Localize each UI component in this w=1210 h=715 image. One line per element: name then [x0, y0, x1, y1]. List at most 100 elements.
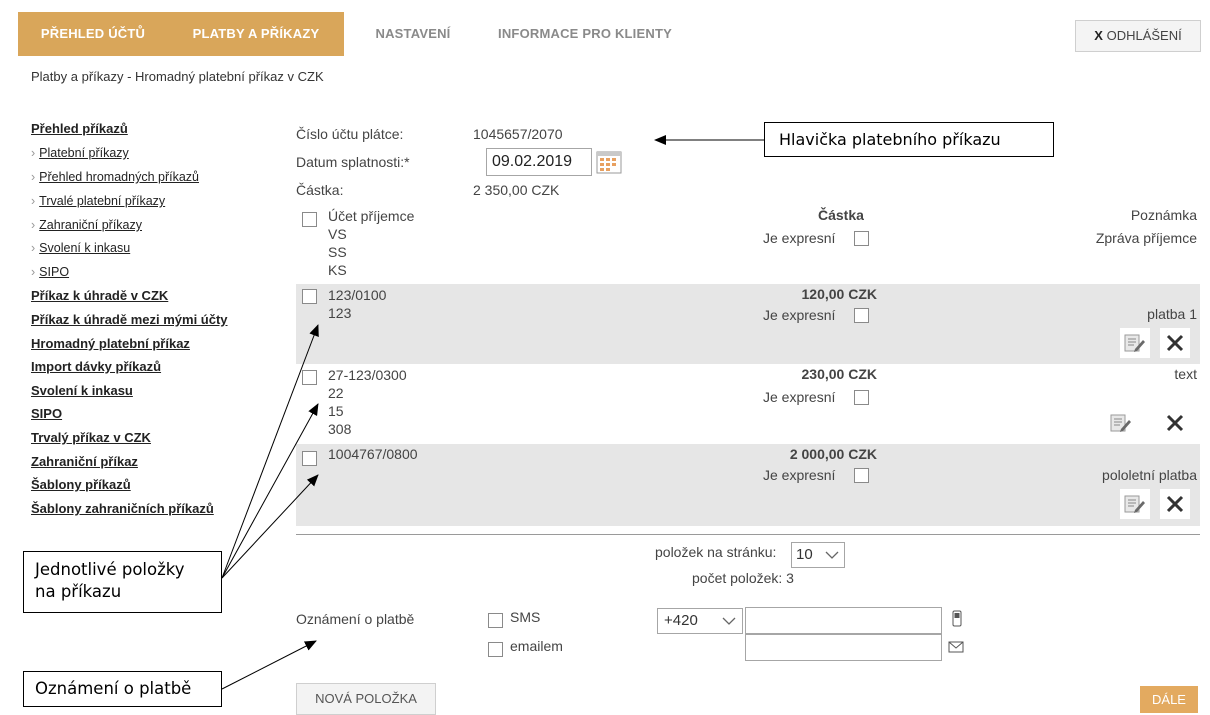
- edit-icon[interactable]: [1120, 328, 1150, 358]
- notification-label: Oznámení o platbě: [296, 611, 415, 627]
- sidebar-item-orders-overview[interactable]: Přehled příkazů: [31, 121, 128, 136]
- due-date-input[interactable]: 09.02.2019: [486, 148, 592, 176]
- row-checkbox[interactable]: [302, 370, 317, 385]
- new-item-button[interactable]: NOVÁ POLOŽKA: [296, 683, 436, 715]
- sidebar-item-bulk-orders-overview[interactable]: Přehled hromadných příkazů: [31, 170, 199, 184]
- sidebar-item-foreign-orders[interactable]: Zahraniční příkazy: [31, 218, 142, 232]
- email-checkbox[interactable]: [488, 642, 503, 657]
- due-date-label: Datum splatnosti:*: [296, 154, 410, 170]
- sidebar-item-batch-import[interactable]: Import dávky příkazů: [31, 359, 161, 374]
- table-row: [296, 284, 1200, 364]
- account-value: 1045657/2070: [473, 126, 563, 142]
- sidebar-item-sipo[interactable]: SIPO: [31, 265, 69, 279]
- mobile-phone-icon: [951, 610, 963, 631]
- per-page-label: položek na stránku:: [655, 544, 777, 560]
- row-express-checkbox[interactable]: [854, 308, 869, 323]
- col-recipient: Účet příjemce: [328, 208, 415, 224]
- sidebar-item-standing-orders[interactable]: Trvalé platební příkazy: [31, 194, 165, 208]
- sidebar-item-templates[interactable]: Šablony příkazů: [31, 477, 131, 492]
- logout-button[interactable]: X ODHLÁŠENÍ: [1075, 20, 1201, 52]
- row-express-label: Je expresní: [763, 467, 836, 483]
- table-header-recipient: Účet příjemce VS SS KS: [328, 207, 414, 279]
- sidebar-item-standing-order-czk[interactable]: Trvalý příkaz v CZK: [31, 430, 151, 445]
- divider: [296, 534, 1200, 535]
- callout-header: Hlavička platebního příkazu: [764, 122, 1054, 157]
- row-checkbox[interactable]: [302, 289, 317, 304]
- row-note: platba 1: [1147, 306, 1197, 322]
- row-vs: 123: [328, 305, 352, 321]
- arrow-notification: [221, 640, 317, 690]
- amount-label: Částka:: [296, 182, 344, 198]
- callout-items-line2: na příkazu: [35, 582, 122, 601]
- row-checkbox[interactable]: [302, 451, 317, 466]
- sidebar-item-sipo-main[interactable]: SIPO: [31, 406, 62, 421]
- sms-checkbox[interactable]: [488, 613, 503, 628]
- row-amount: 230,00 CZK: [801, 366, 877, 382]
- edit-icon[interactable]: [1106, 408, 1136, 438]
- sidebar-item-payment-orders[interactable]: Platební příkazy: [31, 146, 129, 160]
- sidebar-item-foreign-order[interactable]: Zahraniční příkaz: [31, 454, 138, 469]
- tab-client-info[interactable]: INFORMACE PRO KLIENTY: [480, 12, 690, 56]
- phone-prefix-value: +420: [664, 612, 698, 629]
- chevron-down-icon: [722, 617, 736, 625]
- col-note: Poznámka: [1130, 207, 1197, 223]
- row-express-checkbox[interactable]: [854, 468, 869, 483]
- row-ks: 308: [328, 421, 352, 437]
- sms-label: SMS: [510, 609, 541, 625]
- tab-accounts-overview[interactable]: PŘEHLED ÚČTŮ: [18, 12, 168, 56]
- row-note: pololetní platba: [1102, 467, 1197, 483]
- sidebar-item-direct-debit[interactable]: Svolení k inkasu: [31, 241, 130, 255]
- item-count: počet položek: 3: [692, 570, 794, 586]
- col-vs: VS: [328, 226, 347, 242]
- tab-settings[interactable]: NASTAVENÍ: [350, 12, 476, 56]
- sidebar-item-payment-czk[interactable]: Příkaz k úhradě v CZK: [31, 288, 168, 303]
- tab-payments[interactable]: PLATBY A PŘÍKAZY: [168, 12, 344, 56]
- col-ks: KS: [328, 262, 347, 278]
- edit-icon[interactable]: [1120, 489, 1150, 519]
- row-amount: 2 000,00 CZK: [789, 446, 877, 462]
- col-amount: Částka: [818, 207, 864, 223]
- callout-items: Jednotlivé položky na příkazu: [23, 551, 222, 613]
- row-account-number: 123/0100: [328, 287, 387, 303]
- col-express: Je expresní: [763, 230, 836, 246]
- calendar-icon[interactable]: [596, 150, 622, 174]
- email-input[interactable]: [745, 634, 942, 661]
- row-express-label: Je expresní: [763, 307, 836, 323]
- next-button[interactable]: DÁLE: [1140, 686, 1198, 713]
- top-navigation: PŘEHLED ÚČTŮ PLATBY A PŘÍKAZY NASTAVENÍ …: [0, 0, 1210, 60]
- phone-prefix-select[interactable]: +420: [657, 608, 743, 634]
- delete-icon[interactable]: [1160, 489, 1190, 519]
- row-note: text: [1174, 366, 1197, 382]
- envelope-icon: [948, 640, 964, 656]
- row-account: 27-123/0300 22 15 308: [328, 366, 407, 438]
- amount-value: 2 350,00 CZK: [473, 182, 560, 198]
- delete-icon[interactable]: [1160, 328, 1190, 358]
- phone-input[interactable]: [745, 607, 942, 634]
- chevron-down-icon: [825, 551, 839, 559]
- row-express-label: Je expresní: [763, 389, 836, 405]
- express-all-checkbox[interactable]: [854, 231, 869, 246]
- sidebar-item-own-accounts-transfer[interactable]: Příkaz k úhradě mezi mými účty: [31, 312, 228, 327]
- per-page-select[interactable]: 10: [791, 542, 845, 568]
- row-account-number: 27-123/0300: [328, 367, 407, 383]
- sidebar-item-foreign-templates[interactable]: Šablony zahraničních příkazů: [31, 501, 214, 516]
- row-ss: 15: [328, 403, 344, 419]
- per-page-value: 10: [796, 546, 813, 563]
- row-amount: 120,00 CZK: [801, 286, 877, 302]
- select-all-checkbox[interactable]: [302, 212, 317, 227]
- row-account-number: 1004767/0800: [328, 446, 418, 462]
- logout-label: ODHLÁŠENÍ: [1106, 28, 1182, 43]
- callout-items-line1: Jednotlivé položky: [35, 560, 185, 579]
- close-icon: X: [1094, 28, 1103, 43]
- delete-icon[interactable]: [1160, 408, 1190, 438]
- sidebar-item-direct-debit-consent[interactable]: Svolení k inkasu: [31, 383, 133, 398]
- row-vs: 22: [328, 385, 344, 401]
- email-label: emailem: [510, 638, 563, 654]
- sidebar-item-bulk-payment[interactable]: Hromadný platební příkaz: [31, 336, 190, 351]
- row-express-checkbox[interactable]: [854, 390, 869, 405]
- row-account: 123/0100 123: [328, 286, 386, 322]
- col-message: Zpráva příjemce: [1095, 230, 1197, 246]
- breadcrumb: Platby a příkazy - Hromadný platební pří…: [31, 69, 324, 84]
- callout-notification: Oznámení o platbě: [23, 671, 222, 707]
- col-ss: SS: [328, 244, 347, 260]
